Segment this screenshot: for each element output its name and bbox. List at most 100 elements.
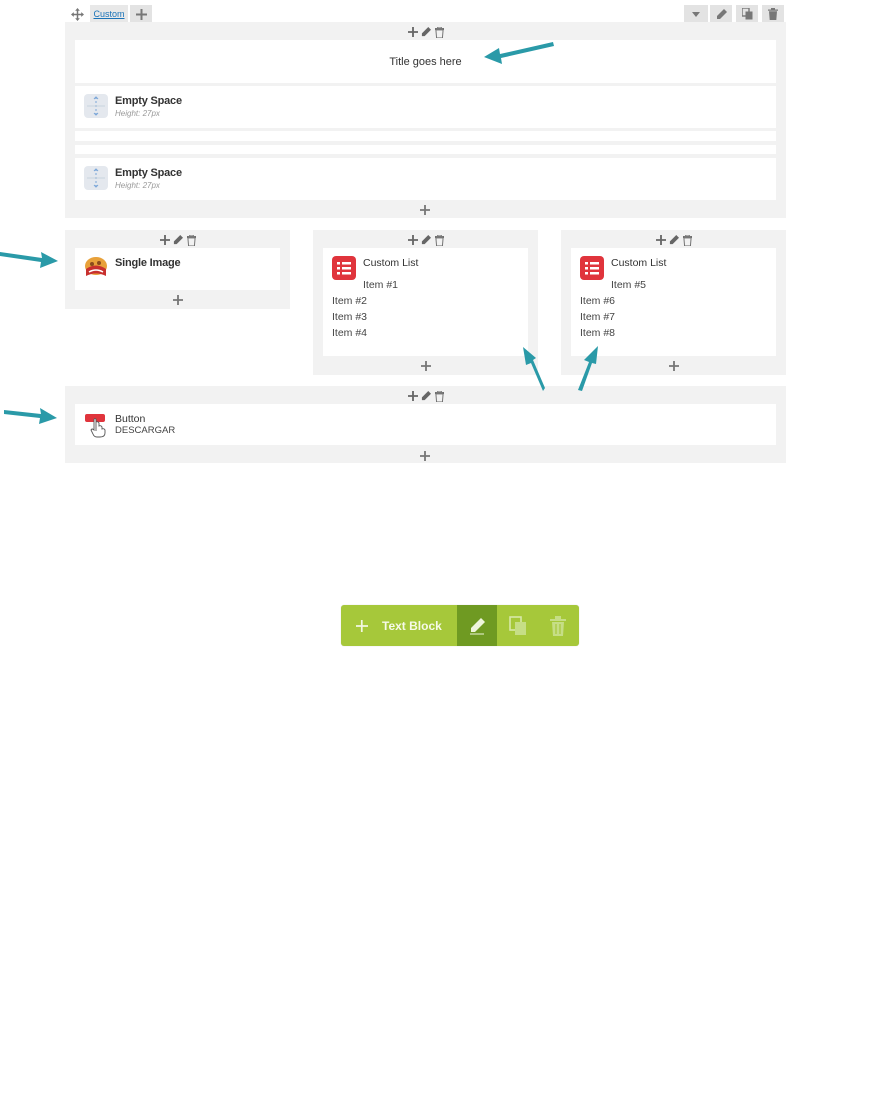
add-element-bottom-button[interactable]	[418, 449, 432, 464]
text-block-clone-button[interactable]	[499, 605, 537, 646]
delete-column-button[interactable]	[682, 234, 693, 246]
edit-column-button[interactable]	[421, 234, 432, 246]
add-element-button[interactable]	[408, 234, 419, 246]
trash-icon	[550, 615, 566, 636]
delete-column-button[interactable]	[186, 234, 197, 246]
text-block-delete-button[interactable]	[539, 605, 577, 646]
add-element-button[interactable]	[408, 390, 419, 402]
plus-icon	[135, 8, 147, 20]
add-element-bottom-button[interactable]	[418, 203, 432, 218]
trash-icon	[434, 390, 444, 402]
empty-space-title: Empty Space	[115, 167, 182, 179]
row2-column-2: Custom List Item #1 Item #2 Item #3 Item…	[313, 230, 538, 375]
list-item: Item #8	[580, 327, 616, 339]
row3-column: Button DESCARGAR	[65, 386, 786, 463]
pencil-icon	[669, 235, 679, 245]
add-element-bottom-button[interactable]	[171, 293, 185, 308]
empty-space-height: Height: 27px	[115, 181, 160, 190]
pencil-icon	[716, 8, 727, 19]
row-delete-button[interactable]	[762, 5, 784, 23]
row2-column-1: Single Image	[65, 230, 290, 309]
pencil-icon	[421, 391, 431, 401]
plus-icon	[356, 619, 368, 632]
add-element-bottom-button[interactable]	[667, 359, 681, 374]
annotation-arrow	[4, 408, 57, 424]
custom-list-element[interactable]: Custom List Item #5 Item #6 Item #7 Item…	[571, 248, 776, 356]
add-element-bottom-button[interactable]	[419, 359, 433, 374]
list-item: Item #5	[611, 279, 647, 291]
row1-column: Title goes here Empty Space Height: 27px…	[65, 22, 786, 218]
list-item: Item #2	[332, 295, 368, 307]
text-block-toolbar: Text Block	[341, 605, 579, 646]
single-image-thumbnail	[83, 256, 109, 280]
move-icon	[70, 7, 84, 21]
edit-column-button[interactable]	[421, 26, 432, 38]
edit-column-button[interactable]	[669, 234, 680, 246]
empty-space-title: Empty Space	[115, 95, 182, 107]
delete-column-button[interactable]	[434, 26, 445, 38]
row-edit-button[interactable]	[710, 5, 732, 23]
column-controls	[405, 389, 447, 403]
edit-column-button[interactable]	[421, 390, 432, 402]
column-controls	[157, 233, 199, 247]
add-column-button[interactable]	[130, 5, 152, 23]
row2-column-3: Custom List Item #5 Item #6 Item #7 Item…	[561, 230, 786, 375]
column-controls	[653, 233, 695, 247]
annotation-arrow	[0, 252, 58, 268]
row1-controls	[405, 25, 447, 39]
pencil-icon	[421, 27, 431, 37]
list-item: Item #4	[332, 327, 368, 339]
text-block-label: Text Block	[382, 618, 442, 633]
custom-list-icon	[580, 256, 604, 280]
plus-icon	[160, 235, 170, 245]
trash-icon	[434, 26, 444, 38]
text-block-add-button[interactable]: Text Block	[341, 605, 457, 646]
edit-column-button[interactable]	[173, 234, 184, 246]
list-item: Item #7	[580, 311, 616, 323]
title-text: Title goes here	[389, 55, 462, 68]
plus-icon	[408, 235, 418, 245]
custom-list-element[interactable]: Custom List Item #1 Item #2 Item #3 Item…	[323, 248, 528, 356]
empty-space-element-2[interactable]: Empty Space Height: 27px	[75, 158, 776, 200]
plus-icon	[408, 27, 418, 37]
caret-down-icon	[692, 11, 700, 17]
copy-icon	[509, 615, 526, 635]
delete-column-button[interactable]	[434, 234, 445, 246]
pencil-icon	[421, 235, 431, 245]
button-element-title: Button	[115, 413, 146, 425]
plus-icon	[173, 295, 183, 305]
plus-icon	[421, 361, 431, 371]
button-element[interactable]: Button DESCARGAR	[75, 404, 776, 445]
trash-icon	[768, 8, 778, 20]
add-element-button[interactable]	[160, 234, 171, 246]
add-element-button[interactable]	[408, 26, 419, 38]
trash-icon	[682, 234, 692, 246]
empty-space-height: Height: 27px	[115, 109, 160, 118]
single-image-title: Single Image	[115, 257, 181, 269]
empty-row-placeholder	[75, 131, 776, 141]
row-clone-button[interactable]	[736, 5, 758, 23]
text-block-edit-button[interactable]	[457, 605, 497, 646]
custom-list-title: Custom List	[363, 257, 419, 269]
row-layout-tab[interactable]: Custom	[90, 5, 128, 22]
delete-column-button[interactable]	[434, 390, 445, 402]
row-toggle-button[interactable]	[684, 5, 708, 23]
add-element-button[interactable]	[656, 234, 667, 246]
plus-icon	[420, 205, 430, 215]
button-element-icon	[84, 412, 110, 438]
custom-list-icon	[332, 256, 356, 280]
copy-icon	[741, 8, 752, 20]
title-element[interactable]: Title goes here	[75, 40, 776, 83]
empty-space-element[interactable]: Empty Space Height: 27px	[75, 86, 776, 128]
column-controls	[405, 233, 447, 247]
list-item: Item #1	[363, 279, 399, 291]
plus-icon	[420, 451, 430, 461]
list-item: Item #6	[580, 295, 616, 307]
trash-icon	[434, 234, 444, 246]
trash-icon	[186, 234, 196, 246]
pencil-icon	[173, 235, 183, 245]
custom-list-title: Custom List	[611, 257, 667, 269]
plus-icon	[656, 235, 666, 245]
row-move-handle[interactable]	[67, 5, 87, 23]
single-image-element[interactable]: Single Image	[75, 248, 280, 290]
